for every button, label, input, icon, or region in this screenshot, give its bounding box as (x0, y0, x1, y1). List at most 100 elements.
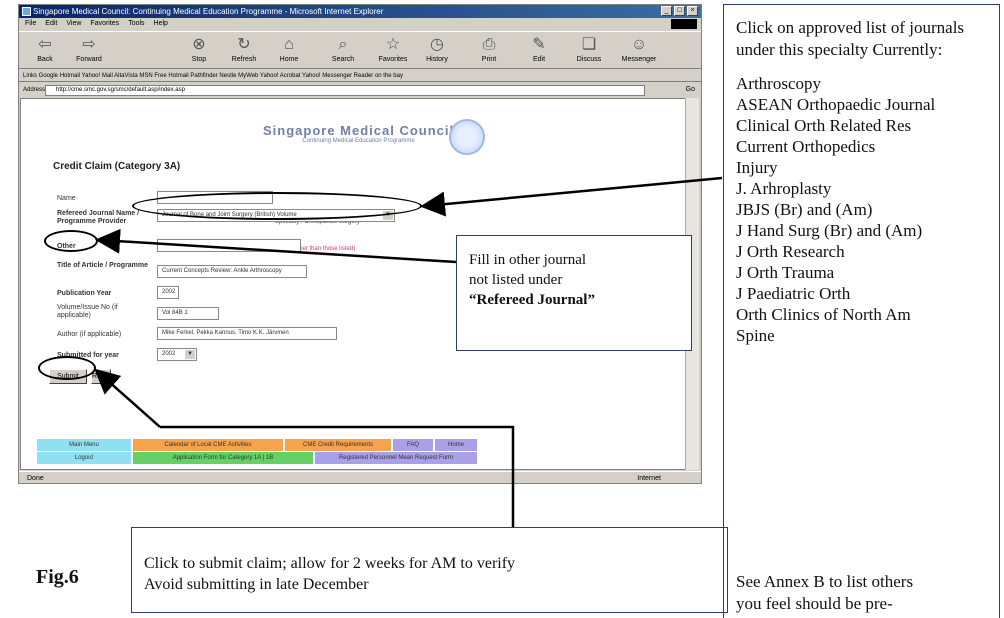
journal-item: Spine (736, 326, 775, 345)
journal-item: J Orth Research (736, 242, 845, 261)
nav-application-form[interactable]: Application Form for Category 1A | 1B (133, 452, 313, 464)
menu-file[interactable]: File (25, 18, 36, 30)
search-button[interactable]: ⌕ Search (321, 34, 365, 68)
author-label: Author (if applicable) (57, 331, 122, 338)
volume-label: Volume/Issue No (if applicable) (57, 304, 118, 319)
journal-item: J Paediatric Orth (736, 284, 851, 303)
status-text: Done (27, 475, 44, 482)
logo-subtitle: Continuing Medical Education Programme (302, 138, 415, 144)
discuss-icon: ❏ (581, 36, 597, 53)
minimize-button[interactable]: _ (661, 6, 672, 16)
author-input[interactable]: Mike Ferkel, Pekka Kannus, Timo K.K. Jär… (157, 327, 337, 340)
journal-item: JBJS (Br) and (Am) (736, 200, 873, 219)
search-icon: ⌕ (338, 36, 348, 53)
menu-tools[interactable]: Tools (128, 18, 144, 30)
menu-view[interactable]: View (66, 18, 81, 30)
printer-icon: ⎙ (482, 36, 496, 53)
journal-item: Clinical Orth Related Res (736, 116, 912, 135)
print-button[interactable]: ⎙ Print (467, 34, 511, 68)
submit-claim-callout: Click to submit claim; allow for 2 weeks… (131, 527, 728, 613)
annex-b-note: See Annex B to list others you feel shou… (736, 571, 991, 618)
window-title: Singapore Medical Council: Continuing Me… (33, 7, 384, 16)
home-icon: ⌂ (284, 36, 294, 53)
edit-page-button[interactable]: ✎ Edit (517, 34, 561, 68)
menu-help[interactable]: Help (154, 18, 168, 30)
messenger-icon: ☺ (630, 36, 648, 53)
annex-line-1: See Annex B to list others (736, 572, 914, 591)
figure-label: Fig.6 (36, 566, 79, 588)
address-label: Address (23, 87, 46, 93)
refresh-button[interactable]: ↻ Refresh (222, 34, 266, 68)
pencil-icon: ✎ (532, 36, 546, 53)
journal-select-highlight-oval (132, 192, 422, 220)
home-button[interactable]: ⌂ Home (267, 34, 311, 68)
address-input[interactable]: http://cme.smc.gov.sg/smc/default.asp/in… (45, 85, 645, 96)
close-button[interactable]: × (687, 6, 698, 16)
footer-nav: Main Menu Calendar of Local CME Activiti… (21, 439, 661, 465)
links-bar[interactable]: Links Google Hotmail Yahoo! Mail AltaVis… (19, 70, 701, 82)
status-bar: Done Internet (19, 471, 701, 483)
other-journal-input[interactable] (157, 239, 301, 252)
fill-callout-line-1: Fill in other journal (469, 252, 587, 268)
windows-logo-icon (671, 19, 697, 29)
forward-button[interactable]: ⇨ Forward (67, 34, 111, 68)
journal-item: ASEAN Orthopaedic Journal (736, 95, 936, 114)
journal-item: J Orth Trauma (736, 263, 835, 282)
submit-callout-line-2: Avoid submitting in late December (144, 576, 369, 593)
nav-home[interactable]: Home (435, 439, 477, 451)
maximize-button[interactable]: □ (674, 6, 685, 16)
nav-logout[interactable]: Logout (37, 452, 131, 464)
menu-edit[interactable]: Edit (45, 18, 57, 30)
journal-item: Current Orthopedics (736, 137, 876, 156)
publication-year-label: Publication Year (57, 290, 112, 297)
address-bar: Address http://cme.smc.gov.sg/smc/defaul… (19, 83, 701, 97)
stop-icon: ⊗ (192, 36, 206, 53)
stop-button[interactable]: ⊗ Stop (177, 34, 221, 68)
form-title: Credit Claim (Category 3A) (53, 161, 181, 172)
messenger-button[interactable]: ☺ Messenger (617, 34, 661, 68)
discuss-button[interactable]: ❏ Discuss (567, 34, 611, 68)
submitted-year-select[interactable]: 2002 (157, 348, 197, 361)
approved-list-intro: Click on approved list of journals under… (736, 18, 965, 59)
window-title-bar: Singapore Medical Council: Continuing Me… (19, 5, 701, 18)
ie-icon (22, 7, 31, 16)
journal-item: J. Arhroplasty (736, 179, 832, 198)
smc-logo: Singapore Medical Council Continuing Med… (263, 123, 454, 144)
forward-arrow-icon: ⇨ (82, 36, 96, 53)
article-title-input[interactable]: Current Concepts Review: Ankle Arthrosco… (157, 265, 307, 278)
refresh-icon: ↻ (237, 36, 251, 53)
submit-button-highlight-oval (38, 356, 96, 380)
star-icon: ☆ (385, 36, 401, 53)
journal-item: J Hand Surg (Br) and (Am) (736, 221, 923, 240)
favorites-button[interactable]: ☆ Favorites (371, 34, 415, 68)
journal-item: Injury (736, 158, 778, 177)
back-button[interactable]: ⇦ Back (23, 34, 67, 68)
nav-request-form[interactable]: Registered Personnel Mean Request Form (315, 452, 477, 464)
go-button[interactable]: Go (686, 85, 695, 95)
menu-favorites[interactable]: Favorites (90, 18, 119, 30)
journal-item: Arthroscopy (736, 74, 821, 93)
volume-input[interactable]: Vol 84B 1 (157, 307, 219, 320)
back-arrow-icon: ⇦ (38, 36, 52, 53)
submit-callout-line-1: Click to submit claim; allow for 2 weeks… (144, 555, 516, 572)
journal-item: Orth Clinics of North Am (736, 305, 911, 324)
approved-journals-panel: Click on approved list of journals under… (723, 4, 1000, 618)
browser-toolbar: ⇦ Back ⇨ Forward ⊗ Stop ↻ Refresh ⌂ Home ⌕ Sea… (19, 31, 701, 69)
nav-main-menu[interactable]: Main Menu (37, 439, 131, 451)
nav-faq[interactable]: FAQ (393, 439, 433, 451)
fill-callout-bold: “Refereed Journal” (469, 292, 595, 308)
fill-other-journal-callout: Fill in other journal not listed under “… (456, 235, 692, 351)
history-button[interactable]: ◷ History (415, 34, 459, 68)
logo-title: Singapore Medical Council (263, 123, 455, 138)
smc-seal-icon (449, 119, 485, 155)
history-icon: ◷ (430, 36, 444, 53)
approved-journal-list: Arthroscopy ASEAN Orthopaedic Journal Cl… (736, 73, 987, 346)
nav-credit-requirements[interactable]: CME Credit Requirements (285, 439, 391, 451)
menu-bar: File Edit View Favorites Tools Help (19, 18, 701, 30)
annex-line-2: you feel should be pre- (736, 594, 893, 613)
other-field-highlight-oval (44, 230, 98, 252)
nav-calendar[interactable]: Calendar of Local CME Activities (133, 439, 283, 451)
publication-year-input[interactable]: 2002 (157, 286, 179, 299)
fill-callout-line-2: not listed under (469, 272, 563, 288)
status-zone: Internet (637, 475, 661, 482)
